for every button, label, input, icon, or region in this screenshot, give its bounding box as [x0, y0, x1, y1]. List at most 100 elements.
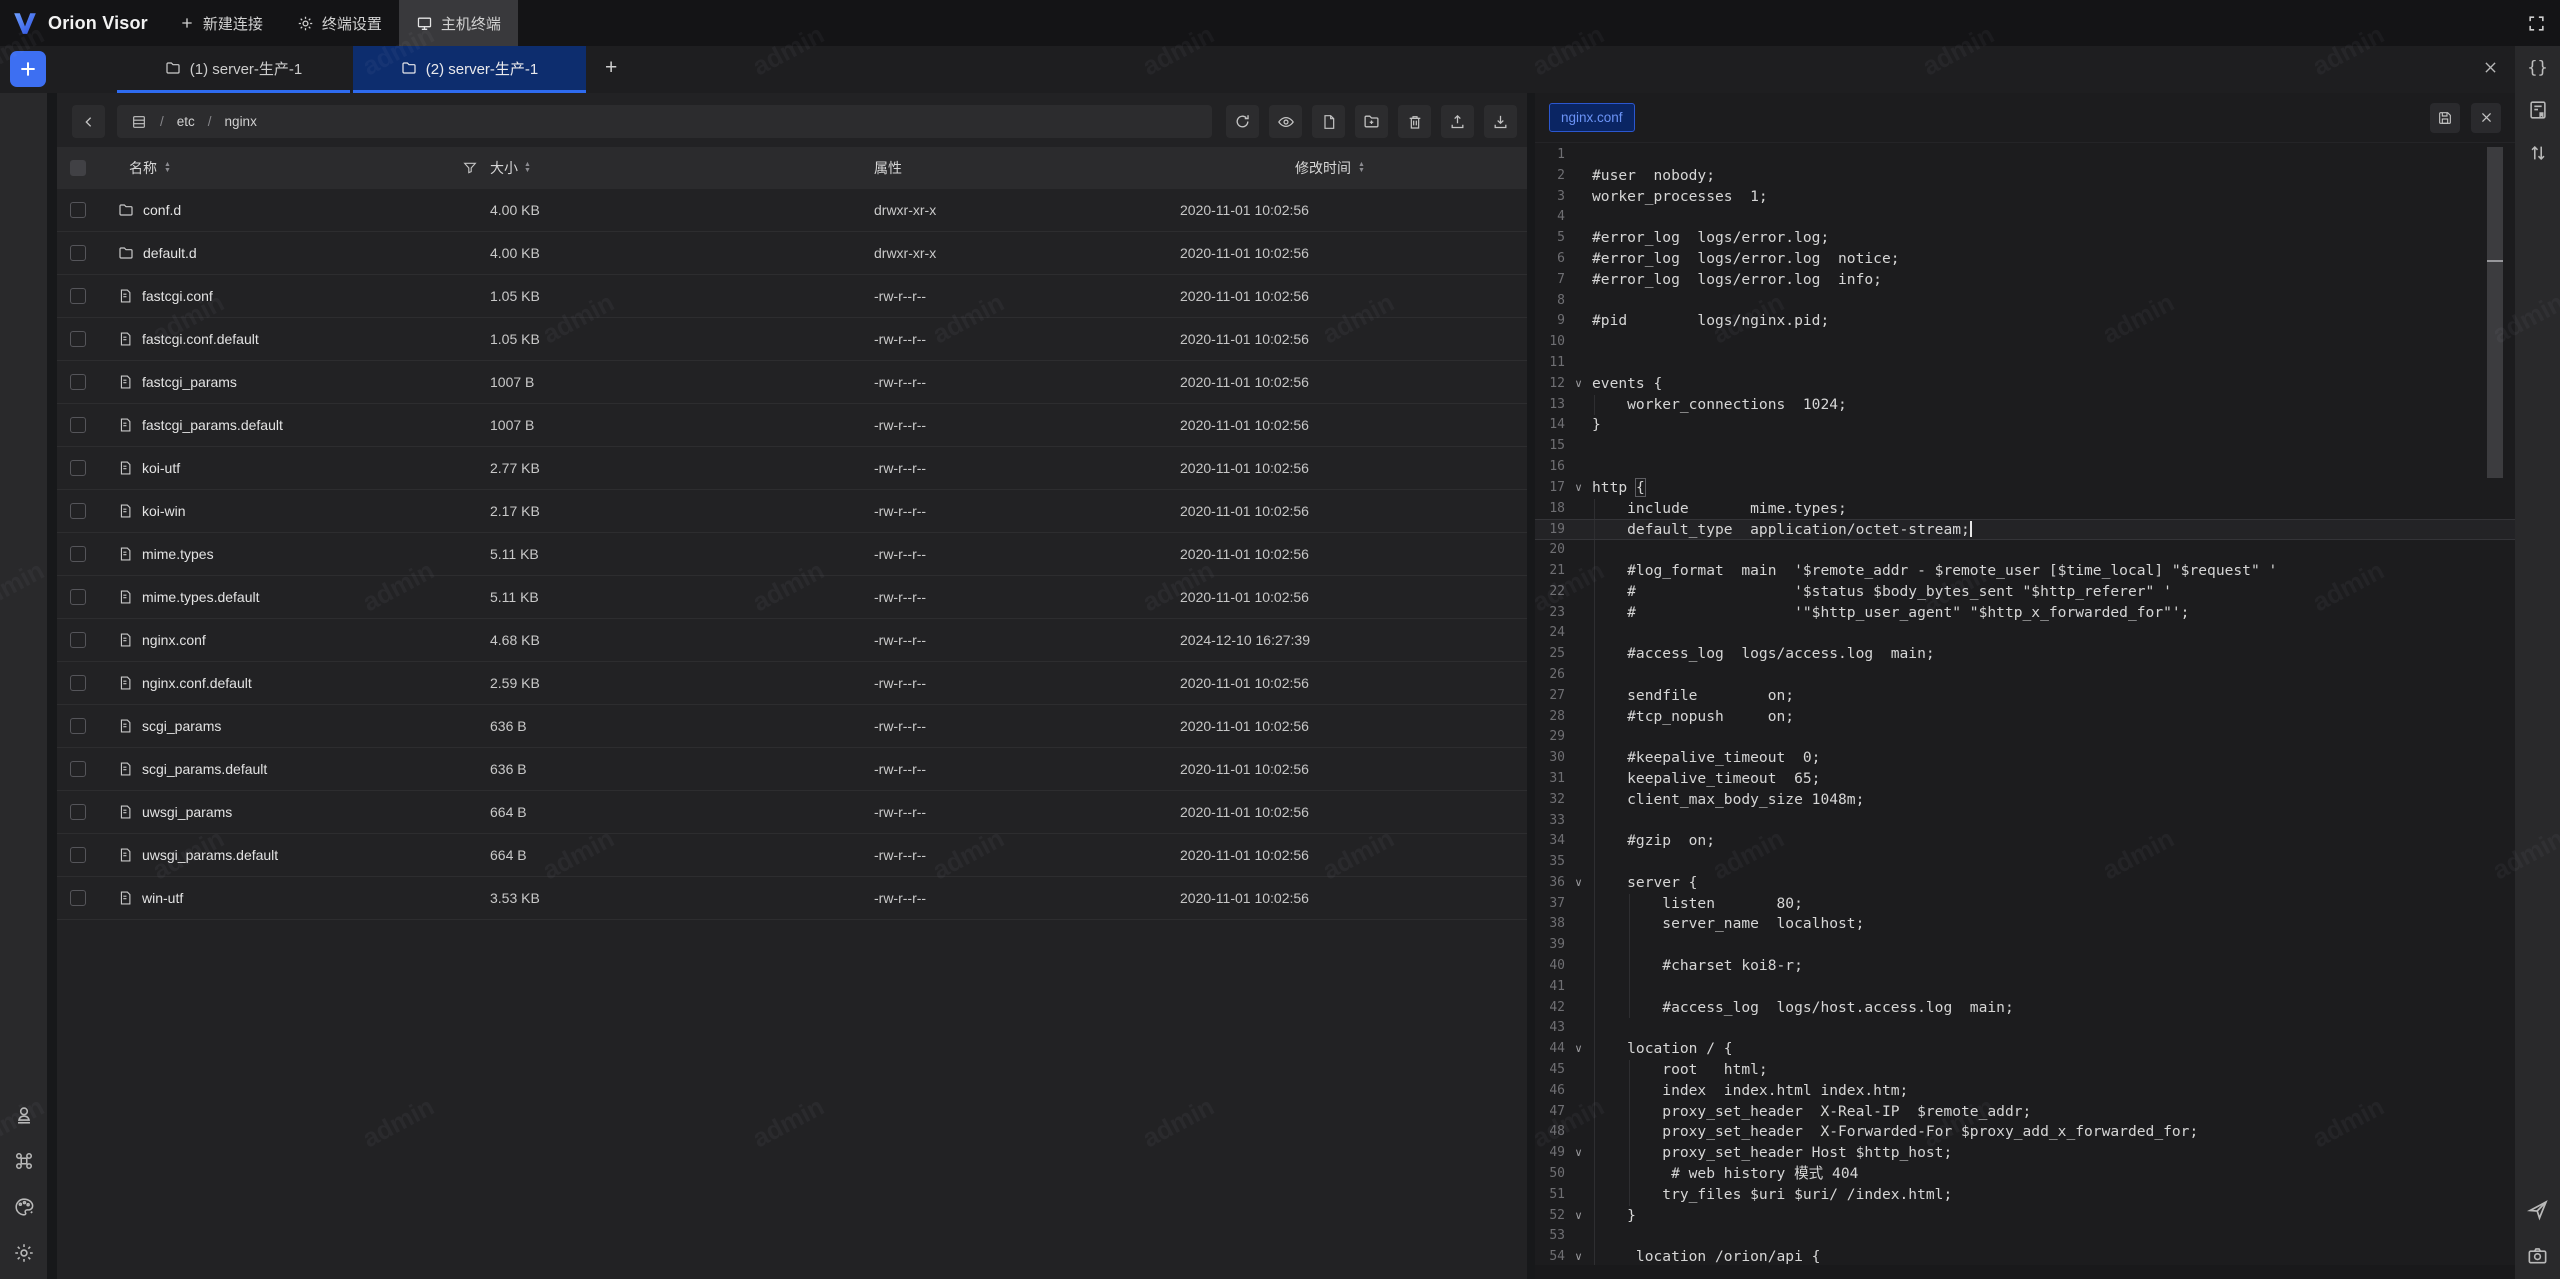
- menu-host-terminal[interactable]: 主机终端: [399, 0, 518, 46]
- code-line[interactable]: 26: [1535, 665, 2515, 686]
- row-checkbox[interactable]: [70, 546, 86, 562]
- code-line[interactable]: 22 # '$status $body_bytes_sent "$http_re…: [1535, 582, 2515, 603]
- code-line[interactable]: 21 #log_format main '$remote_addr - $rem…: [1535, 561, 2515, 582]
- table-row[interactable]: fastcgi_params1007 B-rw-r--r--2020-11-01…: [57, 361, 1527, 404]
- table-row[interactable]: koi-utf2.77 KB-rw-r--r--2020-11-01 10:02…: [57, 447, 1527, 490]
- code-line[interactable]: 35: [1535, 852, 2515, 873]
- row-checkbox[interactable]: [70, 417, 86, 433]
- close-panel-icon[interactable]: [2482, 59, 2499, 76]
- code-line[interactable]: 52∨ }: [1535, 1206, 2515, 1227]
- table-row[interactable]: fastcgi.conf1.05 KB-rw-r--r--2020-11-01 …: [57, 275, 1527, 318]
- table-row[interactable]: fastcgi_params.default1007 B-rw-r--r--20…: [57, 404, 1527, 447]
- file-name-cell[interactable]: nginx.conf.default: [103, 675, 441, 691]
- transfer-updown-icon[interactable]: [2527, 142, 2549, 164]
- code-line[interactable]: 17∨http {: [1535, 478, 2515, 499]
- file-name-cell[interactable]: koi-utf: [103, 460, 441, 476]
- file-name-cell[interactable]: fastcgi_params: [103, 374, 441, 390]
- table-row[interactable]: scgi_params.default636 B-rw-r--r--2020-1…: [57, 748, 1527, 791]
- code-line[interactable]: 24: [1535, 623, 2515, 644]
- editor-scrollbar[interactable]: [2487, 147, 2503, 478]
- code-line[interactable]: 40 #charset koi8-r;: [1535, 956, 2515, 977]
- table-row[interactable]: win-utf3.53 KB-rw-r--r--2020-11-01 10:02…: [57, 877, 1527, 920]
- row-checkbox[interactable]: [70, 675, 86, 691]
- file-name-cell[interactable]: mime.types.default: [103, 589, 441, 605]
- tab-server-1[interactable]: (1) server-生产-1: [117, 46, 350, 93]
- table-row[interactable]: fastcgi.conf.default1.05 KB-rw-r--r--202…: [57, 318, 1527, 361]
- download-button[interactable]: [1484, 105, 1517, 138]
- code-line[interactable]: 2#user nobody;: [1535, 166, 2515, 187]
- code-line[interactable]: 49∨ proxy_set_header Host $http_host;: [1535, 1143, 2515, 1164]
- table-row[interactable]: uwsgi_params.default664 B-rw-r--r--2020-…: [57, 834, 1527, 877]
- code-line[interactable]: 12∨events {: [1535, 374, 2515, 395]
- file-name-cell[interactable]: fastcgi_params.default: [103, 417, 441, 433]
- variables-braces-icon[interactable]: {}: [2527, 58, 2547, 78]
- code-line[interactable]: 25 #access_log logs/access.log main;: [1535, 644, 2515, 665]
- editor-hscrollbar[interactable]: [1535, 1265, 2515, 1279]
- delete-button[interactable]: [1398, 105, 1431, 138]
- row-checkbox[interactable]: [70, 245, 86, 261]
- file-name-cell[interactable]: koi-win: [103, 503, 441, 519]
- code-line[interactable]: 33: [1535, 811, 2515, 832]
- table-row[interactable]: koi-win2.17 KB-rw-r--r--2020-11-01 10:02…: [57, 490, 1527, 533]
- breadcrumb-nginx[interactable]: nginx: [225, 114, 257, 129]
- code-line[interactable]: 37 listen 80;: [1535, 894, 2515, 915]
- snippet-doc-icon[interactable]: [2527, 99, 2549, 121]
- file-name-cell[interactable]: uwsgi_params: [103, 804, 441, 820]
- table-row[interactable]: mime.types.default5.11 KB-rw-r--r--2020-…: [57, 576, 1527, 619]
- code-line[interactable]: 9#pid logs/nginx.pid;: [1535, 311, 2515, 332]
- code-line[interactable]: 16: [1535, 457, 2515, 478]
- code-line[interactable]: 20: [1535, 540, 2515, 561]
- code-line[interactable]: 46 index index.html index.htm;: [1535, 1081, 2515, 1102]
- fold-chevron-icon[interactable]: ∨: [1565, 1247, 1592, 1265]
- filter-funnel-icon[interactable]: [462, 160, 478, 176]
- fold-chevron-icon[interactable]: ∨: [1565, 1143, 1592, 1164]
- file-name-cell[interactable]: fastcgi.conf: [103, 288, 441, 304]
- path-breadcrumb[interactable]: / etc / nginx: [117, 105, 1212, 138]
- fold-chevron-icon[interactable]: ∨: [1565, 1039, 1592, 1060]
- code-line[interactable]: 14}: [1535, 415, 2515, 436]
- code-line[interactable]: 53: [1535, 1226, 2515, 1247]
- code-line[interactable]: 34 #gzip on;: [1535, 831, 2515, 852]
- file-name-cell[interactable]: mime.types: [103, 546, 441, 562]
- menu-new-connection[interactable]: 新建连接: [162, 0, 280, 46]
- code-line[interactable]: 3worker_processes 1;: [1535, 187, 2515, 208]
- code-line[interactable]: 8: [1535, 291, 2515, 312]
- upload-button[interactable]: [1441, 105, 1474, 138]
- table-row[interactable]: nginx.conf.default2.59 KB-rw-r--r--2020-…: [57, 662, 1527, 705]
- refresh-button[interactable]: [1226, 105, 1259, 138]
- code-line[interactable]: 15: [1535, 436, 2515, 457]
- row-checkbox[interactable]: [70, 288, 86, 304]
- code-line[interactable]: 43: [1535, 1018, 2515, 1039]
- user-icon[interactable]: [13, 1104, 35, 1126]
- fold-chevron-icon[interactable]: ∨: [1565, 478, 1592, 499]
- code-line[interactable]: 47 proxy_set_header X-Real-IP $remote_ad…: [1535, 1102, 2515, 1123]
- row-checkbox[interactable]: [70, 847, 86, 863]
- send-command-icon[interactable]: [2526, 1197, 2550, 1221]
- theme-palette-icon[interactable]: [13, 1196, 35, 1218]
- code-line[interactable]: 48 proxy_set_header X-Forwarded-For $pro…: [1535, 1122, 2515, 1143]
- code-line[interactable]: 36∨ server {: [1535, 873, 2515, 894]
- fold-chevron-icon[interactable]: ∨: [1565, 374, 1592, 395]
- code-line[interactable]: 31 keepalive_timeout 65;: [1535, 769, 2515, 790]
- row-checkbox[interactable]: [70, 761, 86, 777]
- sort-size-carets[interactable]: ▲▼: [524, 162, 531, 174]
- file-name-cell[interactable]: uwsgi_params.default: [103, 847, 441, 863]
- file-name-cell[interactable]: default.d: [103, 245, 441, 261]
- settings-gear-icon[interactable]: [13, 1242, 35, 1264]
- row-checkbox[interactable]: [70, 890, 86, 906]
- code-line[interactable]: 41: [1535, 977, 2515, 998]
- close-editor-button[interactable]: [2471, 103, 2501, 133]
- code-line[interactable]: 29: [1535, 727, 2515, 748]
- row-checkbox[interactable]: [70, 331, 86, 347]
- back-button[interactable]: [72, 105, 105, 138]
- code-line[interactable]: 23 # '"$http_user_agent" "$http_x_forwar…: [1535, 603, 2515, 624]
- file-name-cell[interactable]: win-utf: [103, 890, 441, 906]
- sort-mtime-carets[interactable]: ▲▼: [1358, 162, 1365, 174]
- fold-chevron-icon[interactable]: ∨: [1565, 873, 1592, 894]
- new-file-button[interactable]: [1312, 105, 1345, 138]
- new-tab-button[interactable]: [10, 51, 46, 87]
- code-line[interactable]: 7#error_log logs/error.log info;: [1535, 270, 2515, 291]
- file-name-cell[interactable]: fastcgi.conf.default: [103, 331, 441, 347]
- table-row[interactable]: default.d4.00 KBdrwxr-xr-x2020-11-01 10:…: [57, 232, 1527, 275]
- row-checkbox[interactable]: [70, 503, 86, 519]
